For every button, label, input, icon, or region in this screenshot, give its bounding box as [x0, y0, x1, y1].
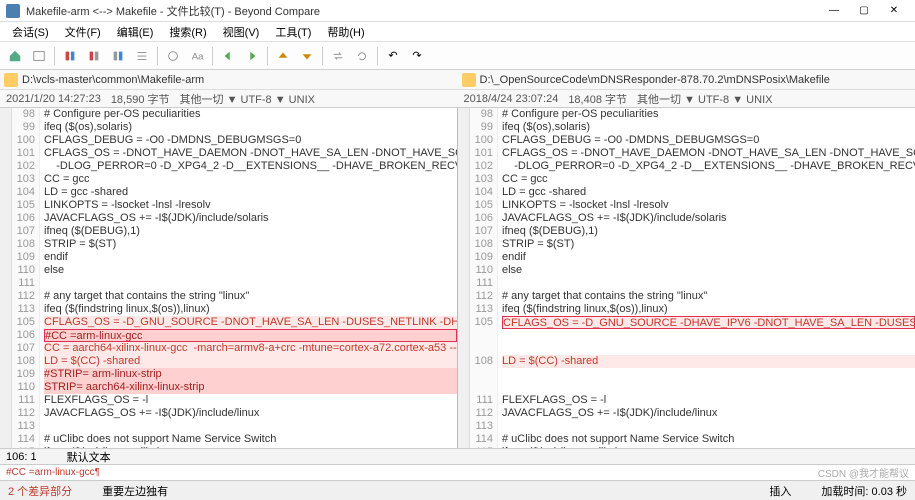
- right-size: 18,408 字节: [568, 91, 627, 107]
- nav-label[interactable]: 默认文本: [67, 449, 111, 465]
- right-line-numbers: 9899100101102103104105106107108109110111…: [470, 108, 498, 448]
- copy-left-button[interactable]: [217, 45, 239, 67]
- watermark: CSDN @我才能帮议: [818, 465, 909, 480]
- menu-item[interactable]: 会话(S): [4, 22, 57, 42]
- edit-line[interactable]: #CC =arm-linux-gcc¶: [0, 464, 915, 480]
- menu-item[interactable]: 搜索(R): [161, 22, 214, 42]
- right-pane[interactable]: 9899100101102103104105106107108109110111…: [458, 108, 915, 448]
- status-diff: 2 个差异部分: [8, 483, 72, 499]
- right-rest[interactable]: 其他一切 ▼ UTF-8 ▼ UNIX: [637, 91, 772, 107]
- left-path-bar[interactable]: D:\vcls-master\common\Makefile-arm: [0, 73, 458, 87]
- format-button[interactable]: Aa: [186, 45, 208, 67]
- right-date: 2018/4/24 23:07:24: [464, 93, 559, 105]
- minimize-button[interactable]: —: [819, 2, 849, 20]
- swap-button[interactable]: [327, 45, 349, 67]
- status-time: 加载时间: 0.03 秒: [821, 483, 907, 499]
- prev-diff-button[interactable]: [272, 45, 294, 67]
- same-button[interactable]: [107, 45, 129, 67]
- close-button[interactable]: ✕: [879, 2, 909, 20]
- bottom-nav: 106: 1 默认文本: [0, 448, 915, 464]
- right-path-bar[interactable]: D:\_OpenSourceCode\mDNSResponder-878.70.…: [458, 73, 915, 87]
- left-pane[interactable]: 9899100101102103104105106107108109110111…: [0, 108, 457, 448]
- svg-text:Aa: Aa: [192, 51, 204, 62]
- menu-item[interactable]: 工具(T): [267, 22, 319, 42]
- context-button[interactable]: [131, 45, 153, 67]
- left-size: 18,590 字节: [111, 91, 170, 107]
- diffs-button[interactable]: [83, 45, 105, 67]
- path-row: D:\vcls-master\common\Makefile-arm D:\_O…: [0, 70, 915, 90]
- status-bar: 2 个差异部分 重要左边独有 插入 加载时间: 0.03 秒: [0, 480, 915, 500]
- left-code[interactable]: # Configure per-OS peculiaritiesifeq ($(…: [40, 108, 457, 448]
- all-button[interactable]: [59, 45, 81, 67]
- right-thumbnail[interactable]: [458, 108, 470, 448]
- right-info: 2018/4/24 23:07:24 18,408 字节 其他一切 ▼ UTF-…: [458, 91, 915, 107]
- diff-area: 9899100101102103104105106107108109110111…: [0, 108, 915, 448]
- cursor-pos: 106: 1: [6, 451, 37, 463]
- copy-right-button[interactable]: [241, 45, 263, 67]
- redo-button[interactable]: ↷: [406, 45, 428, 67]
- left-thumbnail[interactable]: [0, 108, 12, 448]
- status-ins: 插入: [769, 483, 791, 499]
- menu-item[interactable]: 编辑(E): [109, 22, 162, 42]
- left-info: 2021/1/20 14:27:23 18,590 字节 其他一切 ▼ UTF-…: [0, 91, 458, 107]
- maximize-button[interactable]: ▢: [849, 2, 879, 20]
- menu-item[interactable]: 帮助(H): [319, 22, 372, 42]
- folder-icon: [462, 73, 476, 87]
- menu-item[interactable]: 视图(V): [215, 22, 268, 42]
- sessions-button[interactable]: [28, 45, 50, 67]
- right-path: D:\_OpenSourceCode\mDNSResponder-878.70.…: [480, 74, 830, 86]
- info-row: 2021/1/20 14:27:23 18,590 字节 其他一切 ▼ UTF-…: [0, 90, 915, 108]
- window-controls: — ▢ ✕: [819, 2, 909, 20]
- undo-button[interactable]: ↶: [382, 45, 404, 67]
- window-title: Makefile-arm <--> Makefile - 文件比较(T) - B…: [26, 3, 819, 19]
- title-bar: Makefile-arm <--> Makefile - 文件比较(T) - B…: [0, 0, 915, 22]
- next-diff-button[interactable]: [296, 45, 318, 67]
- app-icon: [6, 4, 20, 18]
- home-button[interactable]: [4, 45, 26, 67]
- status-hint: 重要左边独有: [102, 483, 168, 499]
- right-code[interactable]: # Configure per-OS peculiaritiesifeq ($(…: [498, 108, 915, 448]
- menu-bar: 会话(S)文件(F)编辑(E)搜索(R)视图(V)工具(T)帮助(H): [0, 22, 915, 42]
- left-rest[interactable]: 其他一切 ▼ UTF-8 ▼ UNIX: [180, 91, 315, 107]
- reload-button[interactable]: [351, 45, 373, 67]
- rules-button[interactable]: [162, 45, 184, 67]
- left-line-numbers: 9899100101102103104105106107108109110111…: [12, 108, 40, 448]
- folder-icon: [4, 73, 18, 87]
- left-path: D:\vcls-master\common\Makefile-arm: [22, 74, 204, 86]
- menu-item[interactable]: 文件(F): [57, 22, 109, 42]
- tool-bar: Aa ↶ ↷: [0, 42, 915, 70]
- left-date: 2021/1/20 14:27:23: [6, 93, 101, 105]
